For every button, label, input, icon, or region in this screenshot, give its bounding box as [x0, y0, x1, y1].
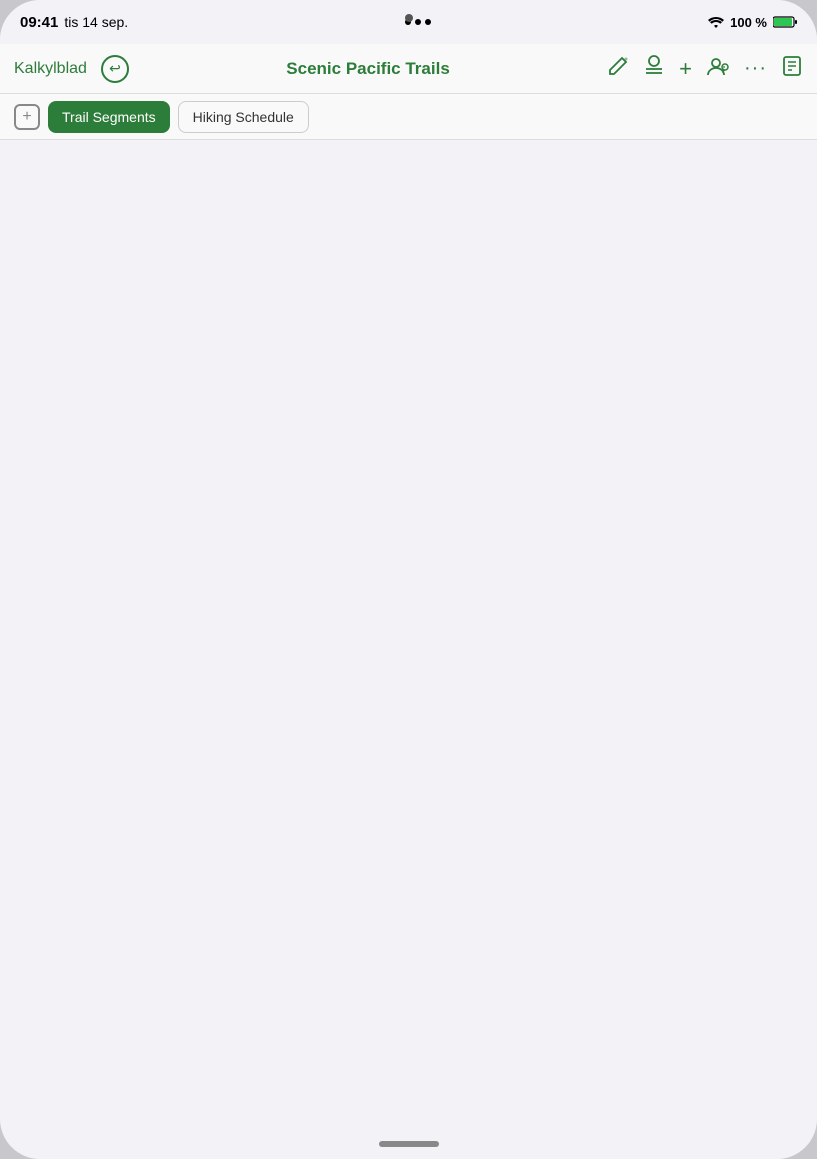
toolbar-icons: + ···	[607, 55, 803, 83]
status-right: 100 %	[708, 15, 797, 30]
document-title: Scenic Pacific Trails	[139, 59, 597, 79]
tab-hiking-schedule[interactable]: Hiking Schedule	[178, 101, 309, 133]
status-time: 09:41	[20, 14, 58, 31]
back-label[interactable]: Kalkylblad	[14, 60, 87, 78]
add-tab-button[interactable]: +	[14, 104, 40, 130]
device-frame: 09:41 tis 14 sep. 100 % Kalkylblad	[0, 0, 817, 1159]
app-toolbar: Kalkylblad ↩ Scenic Pacific Trails	[0, 44, 817, 94]
camera-dot	[405, 14, 413, 22]
annotate-icon[interactable]	[607, 55, 629, 83]
tabs-row: + Trail Segments Hiking Schedule	[0, 94, 817, 140]
format-icon[interactable]	[643, 55, 665, 83]
more-icon[interactable]: ···	[744, 57, 767, 80]
status-date: tis 14 sep.	[64, 14, 128, 30]
share-person-icon[interactable]	[706, 55, 730, 83]
add-icon[interactable]: +	[679, 58, 692, 80]
battery-icon	[773, 16, 797, 28]
status-bar: 09:41 tis 14 sep. 100 %	[0, 0, 817, 44]
notes-icon[interactable]	[781, 55, 803, 83]
back-button[interactable]: ↩	[101, 55, 129, 83]
home-indicator[interactable]	[379, 1141, 439, 1147]
battery-percent: 100 %	[730, 15, 767, 30]
tab-trail-segments[interactable]: Trail Segments	[48, 101, 170, 133]
wifi-icon	[708, 16, 724, 28]
